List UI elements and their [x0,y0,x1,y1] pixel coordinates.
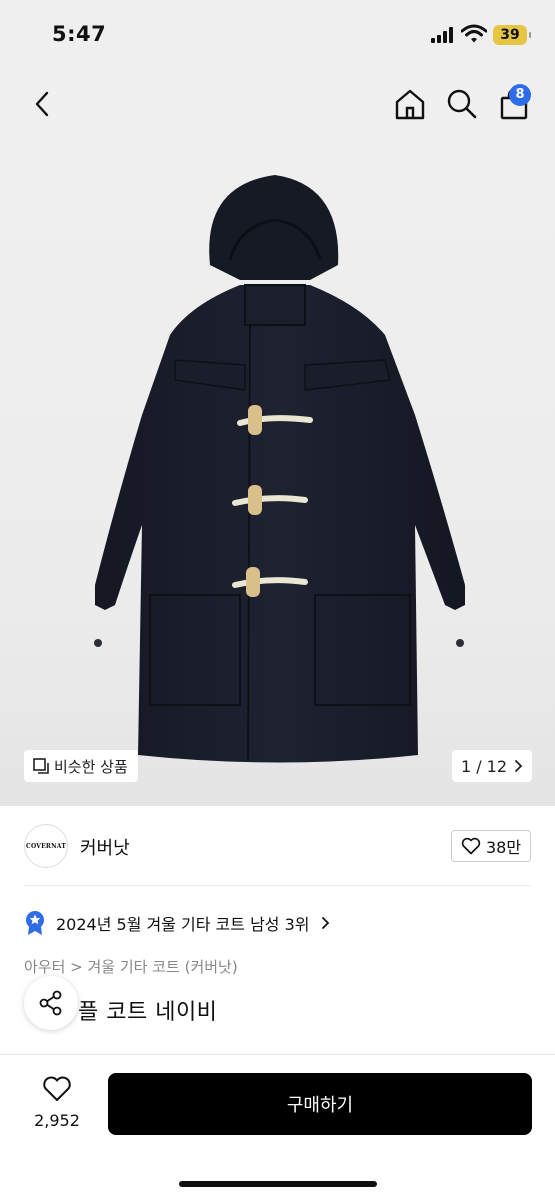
share-icon [39,990,62,1016]
status-time: 5:47 [52,22,107,46]
wishlist-count: 2,952 [34,1111,80,1130]
heart-icon [43,1076,71,1101]
home-button[interactable] [392,86,428,122]
share-button[interactable] [24,976,78,1030]
breadcrumb[interactable]: 아우터 > 겨울 기타 코트 (커버낫) [24,956,238,977]
battery-icon: 39 [493,25,531,45]
divider [24,885,531,886]
similar-items-icon [33,758,49,774]
brand-name[interactable]: 커버낫 [80,834,130,860]
rank-badge-icon [26,911,44,935]
brand-like-count: 38만 [485,838,522,857]
back-button[interactable] [26,88,58,120]
gallery-pager[interactable]: 1 / 12 [452,750,532,782]
signal-icon [431,27,455,43]
product-image-gallery[interactable]: 8 비슷한 상품 1 / 12 [0,70,555,806]
wifi-icon [461,24,487,43]
home-indicator [179,1181,377,1187]
purchase-bar: 2,952 구매하기 [0,1054,555,1200]
brand-logo[interactable]: COVERNAT [24,824,68,868]
chevron-right-icon [515,760,523,772]
home-icon [395,89,425,120]
search-icon [447,89,477,119]
similar-products-label: 비슷한 상품 [54,757,128,776]
product-image [94,175,465,763]
buy-button[interactable]: 구매하기 [108,1073,532,1135]
product-title-text: 플 코트 네이비 [78,1000,218,1025]
search-button[interactable] [444,86,480,122]
wishlist-button[interactable]: 2,952 [22,1075,92,1130]
chevron-left-icon [35,91,49,117]
ranking-text: 2024년 5월 겨울 기타 코트 남성 3위 [56,915,310,934]
chevron-right-icon [321,917,329,929]
brand-like-button[interactable]: 38만 [451,830,531,862]
heart-icon [461,837,481,855]
status-bar: 5:47 39 [0,0,555,70]
brand-row[interactable]: COVERNAT 커버낫 38만 [0,806,555,886]
similar-products-button[interactable]: 비슷한 상품 [24,750,138,782]
ranking-link[interactable]: 2024년 5월 겨울 기타 코트 남성 3위 [24,908,330,938]
pager-text: 1 / 12 [460,756,508,776]
cart-count-badge: 8 [509,84,531,106]
